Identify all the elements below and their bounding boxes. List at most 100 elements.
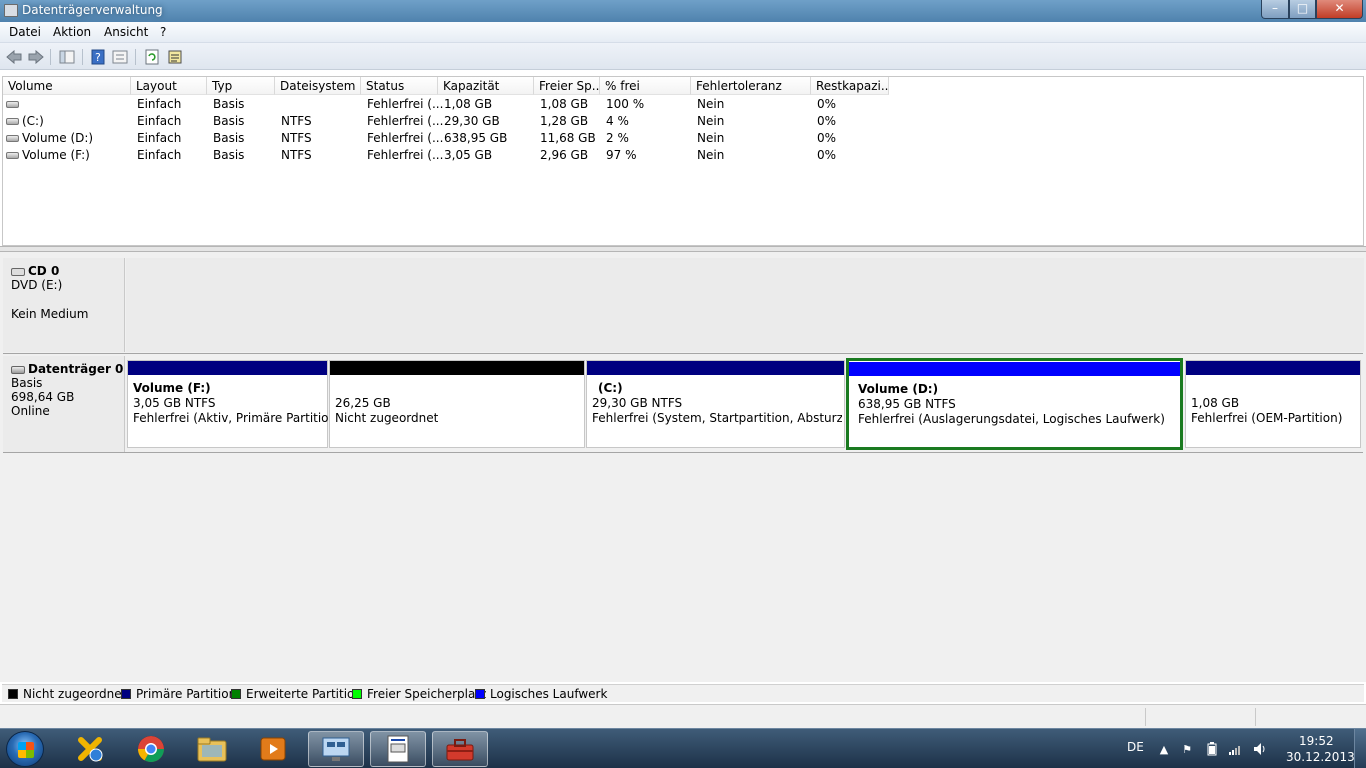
volume-list[interactable]: Volume Layout Typ Dateisystem Status Kap… [2,76,1364,246]
clock-time[interactable]: 19:52 [1299,734,1334,748]
legend-item: Nicht zugeordnet [8,687,126,701]
column-header-restkapazitaet[interactable]: Restkapazi... [811,77,889,95]
disk-label[interactable]: Datenträger 0 Basis 698,64 GB Online [3,356,125,452]
taskbar: DE ▲ ⚑ 19:52 30.12.2013 [0,728,1366,768]
tools-app-icon[interactable] [62,731,118,767]
properties-icon[interactable] [111,48,128,65]
table-cell: 1,08 GB [540,97,589,111]
column-header-volume[interactable]: Volume [3,77,131,95]
partition-unallocated[interactable]: 26,25 GB Nicht zugeordnet [329,360,585,448]
partition-status: Fehlerfrei (System, Startpartition, Abst… [592,411,842,425]
table-cell: Fehlerfrei (... [367,148,444,162]
column-header-typ[interactable]: Typ [207,77,275,95]
column-header-prozent-frei[interactable]: % frei [600,77,691,95]
chrome-icon[interactable] [123,731,179,767]
column-header-fehlertoleranz[interactable]: Fehlertoleranz [691,77,811,95]
document-icon[interactable] [370,731,426,767]
cd-name: CD 0 [28,264,60,278]
start-button[interactable] [6,731,44,767]
partition-status: Fehlerfrei (Auslagerungsdatei, Logisches… [858,412,1165,426]
partition-size: 638,95 GB NTFS [858,397,956,411]
menu-help[interactable]: ? [160,25,166,39]
column-header-layout[interactable]: Layout [131,77,207,95]
row-divider [3,452,1363,453]
back-arrow-icon[interactable] [5,48,22,65]
menu-ansicht[interactable]: Ansicht [104,25,148,39]
table-cell: NTFS [281,114,312,128]
partition-color-bar [330,361,584,375]
partition-status: Fehlerfrei (Aktiv, Primäre Partition) [133,411,341,425]
table-row-volume[interactable] [6,97,131,114]
action-center-flag-icon[interactable]: ⚑ [1180,742,1194,756]
table-cell: 3,05 GB [444,148,493,162]
menu-datei[interactable]: Datei [9,25,41,39]
show-hidden-icons-icon[interactable]: ▲ [1157,742,1171,756]
forward-arrow-icon[interactable] [27,48,44,65]
column-header-freier-speicher[interactable]: Freier Sp... [534,77,600,95]
table-row-volume[interactable]: (C:) [6,114,131,131]
remote-desktop-icon[interactable] [308,731,364,767]
disk-size: 698,64 GB [11,390,75,404]
legend-item: Logisches Laufwerk [475,687,607,701]
show-desktop-button[interactable] [1354,729,1366,768]
legend-swatch [475,689,485,699]
table-cell: 11,68 GB [540,131,596,145]
toolbox-icon[interactable] [432,731,488,767]
close-button[interactable]: ✕ [1316,0,1363,19]
drive-icon [6,118,19,125]
media-player-icon[interactable] [245,731,301,767]
partition-volume-f[interactable]: Volume (F:) 3,05 GB NTFS Fehlerfrei (Akt… [127,360,341,448]
table-cell: Nein [697,97,725,111]
partition-size: 26,25 GB [335,396,391,410]
export-list-icon[interactable] [166,48,183,65]
table-row-volume[interactable]: Volume (D:) [6,131,131,148]
table-cell: NTFS [281,148,312,162]
help-icon[interactable]: ? [89,48,106,65]
language-indicator[interactable]: DE [1127,740,1144,754]
table-row-volume[interactable]: Volume (F:) [6,148,131,165]
partition-status: Fehlerfrei (OEM-Partition) [1191,411,1343,425]
clock-date[interactable]: 30.12.2013 [1286,750,1355,764]
table-cell: Einfach [137,97,182,111]
table-cell: 100 % [606,97,645,111]
svg-text:?: ? [95,51,101,64]
legend-item: Erweiterte Partition [231,687,362,701]
network-signal-icon[interactable] [1228,742,1242,756]
drive-icon [6,101,19,108]
legend-swatch [121,689,131,699]
legend-swatch [352,689,362,699]
column-header-dateisystem[interactable]: Dateisystem [275,77,361,95]
battery-icon[interactable] [1205,742,1219,756]
column-header-kapazitaet[interactable]: Kapazität [438,77,534,95]
explorer-folder-icon[interactable] [184,731,240,767]
cd-drive-letter: DVD (E:) [11,278,63,292]
maximize-button[interactable]: □ [1289,0,1316,19]
table-cell: Basis [213,148,245,162]
table-cell: Nein [697,114,725,128]
menu-aktion[interactable]: Aktion [53,25,91,39]
minimize-button[interactable]: – [1261,0,1289,19]
table-cell: Basis [213,114,245,128]
cd-area[interactable] [126,258,1364,352]
drive-icon [6,135,19,142]
disk-state: Online [11,404,50,418]
refresh-icon[interactable] [143,48,160,65]
table-cell: NTFS [281,131,312,145]
partition-size: 29,30 GB NTFS [592,396,683,410]
partition-oem[interactable]: 1,08 GB Fehlerfrei (OEM-Partition) [1185,360,1361,448]
partition-c[interactable]: (C:) 29,30 GB NTFS Fehlerfrei (System, S… [586,360,845,448]
partition-volume-d[interactable]: Volume (D:) 638,95 GB NTFS Fehlerfrei (A… [846,358,1183,450]
table-cell: 638,95 GB [444,131,508,145]
legend-item: Primäre Partition [121,687,236,701]
table-cell: 4 % [606,114,629,128]
row-divider [3,353,1363,354]
column-header-status[interactable]: Status [361,77,438,95]
console-tree-icon[interactable] [58,48,75,65]
legend-swatch [231,689,241,699]
volume-speaker-icon[interactable] [1252,742,1266,756]
cd-label[interactable]: CD 0 DVD (E:) Kein Medium [3,258,125,352]
table-cell: Basis [213,131,245,145]
legend: Nicht zugeordnet Primäre Partition Erwei… [2,684,1364,702]
partition-size: 1,08 GB [1191,396,1240,410]
cd-drive-icon [11,267,25,276]
